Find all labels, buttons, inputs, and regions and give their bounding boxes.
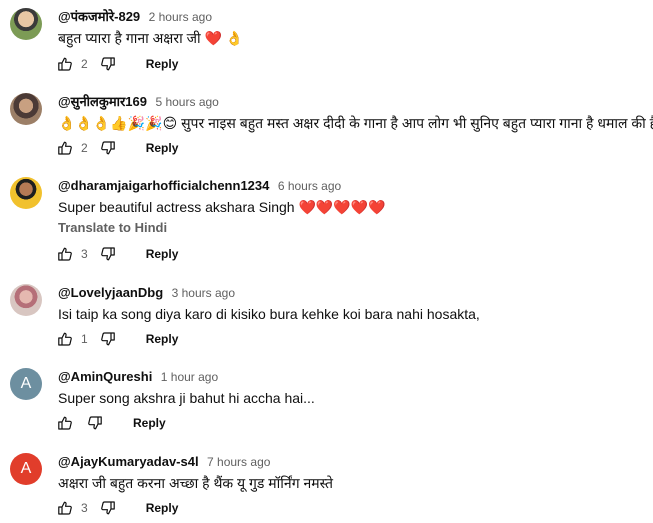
thumbs-down-icon[interactable] [100, 246, 116, 262]
comment-time[interactable]: 2 hours ago [149, 10, 212, 24]
comment-time[interactable]: 5 hours ago [155, 95, 218, 109]
thumbs-up-icon[interactable] [57, 56, 73, 72]
thumbs-up-icon[interactable] [57, 246, 73, 262]
reply-button[interactable]: Reply [146, 57, 179, 71]
comment-actions: Reply [57, 413, 166, 433]
comment-author[interactable]: @dharamjaigarhofficialchenn1234 [58, 178, 269, 193]
comment-header: @AjayKumaryadav-s4l 7 hours ago [58, 453, 270, 471]
comment-header: @सुनीलकुमार169 5 hours ago [58, 93, 219, 111]
comment-author[interactable]: @पंकजमोरे-829 [58, 9, 140, 24]
comment-header: @dharamjaigarhofficialchenn1234 6 hours … [58, 177, 341, 195]
reply-button[interactable]: Reply [146, 332, 179, 346]
comment-text: Isi taip ka song diya karo di kisiko bur… [58, 306, 480, 322]
comment-time[interactable]: 7 hours ago [207, 455, 270, 469]
comment-item: @पंकजमोरे-829 2 hours ago बहुत प्यारा है… [0, 8, 653, 78]
thumbs-up-icon[interactable] [57, 331, 73, 347]
avatar[interactable]: A [10, 368, 42, 400]
like-count: 3 [81, 247, 88, 261]
comment-author[interactable]: @सुनीलकुमार169 [58, 94, 147, 109]
comment-time[interactable]: 6 hours ago [278, 179, 341, 193]
translate-link[interactable]: Translate to Hindi [58, 218, 167, 238]
comment-actions: 3 Reply [57, 498, 178, 518]
thumbs-up-icon[interactable] [57, 415, 73, 431]
comment-item: @सुनीलकुमार169 5 hours ago 👌👌👌👍🎉🎉😊 सुपर … [0, 93, 653, 163]
comment-text: Super song akshra ji bahut hi accha hai.… [58, 390, 315, 406]
comment-author[interactable]: @AminQureshi [58, 369, 152, 384]
comment-time[interactable]: 3 hours ago [172, 286, 235, 300]
thumbs-down-icon[interactable] [100, 140, 116, 156]
comment-time[interactable]: 1 hour ago [161, 370, 218, 384]
comment-header: @AminQureshi 1 hour ago [58, 368, 218, 386]
avatar[interactable] [10, 177, 42, 209]
comment-item: @dharamjaigarhofficialchenn1234 6 hours … [0, 177, 653, 267]
thumbs-down-icon[interactable] [100, 331, 116, 347]
avatar[interactable] [10, 284, 42, 316]
like-count: 2 [81, 141, 88, 155]
comment-header: @LovelyjaanDbg 3 hours ago [58, 284, 235, 302]
reply-button[interactable]: Reply [146, 501, 179, 515]
avatar[interactable] [10, 8, 42, 40]
comment-text: 👌👌👌👍🎉🎉😊 सुपर नाइस बहुत मस्त अक्षर दीदी क… [58, 115, 653, 131]
comment-text: बहुत प्यारा है गाना अक्षरा जी ❤️ 👌 [58, 30, 244, 46]
reply-button[interactable]: Reply [133, 416, 166, 430]
comment-author[interactable]: @LovelyjaanDbg [58, 285, 163, 300]
reply-button[interactable]: Reply [146, 141, 179, 155]
thumbs-up-icon[interactable] [57, 140, 73, 156]
like-count: 1 [81, 332, 88, 346]
comment-text: अक्षरा जी बहुत करना अच्छा है थैंक यू गुड… [58, 475, 334, 491]
comment-item: A @AjayKumaryadav-s4l 7 hours ago अक्षरा… [0, 453, 653, 523]
thumbs-down-icon[interactable] [100, 500, 116, 516]
avatar[interactable] [10, 93, 42, 125]
comment-header: @पंकजमोरे-829 2 hours ago [58, 8, 212, 26]
comment-author[interactable]: @AjayKumaryadav-s4l [58, 454, 199, 469]
like-count: 3 [81, 501, 88, 515]
thumbs-down-icon[interactable] [87, 415, 103, 431]
comment-actions: 3 Reply [57, 244, 178, 264]
comment-item: @LovelyjaanDbg 3 hours ago Isi taip ka s… [0, 284, 653, 354]
comment-item: A @AminQureshi 1 hour ago Super song aks… [0, 368, 653, 438]
comment-actions: 2 Reply [57, 138, 178, 158]
avatar[interactable]: A [10, 453, 42, 485]
comment-text: Super beautiful actress akshara Singh ❤️… [58, 199, 386, 215]
thumbs-up-icon[interactable] [57, 500, 73, 516]
comment-actions: 2 Reply [57, 54, 178, 74]
reply-button[interactable]: Reply [146, 247, 179, 261]
comment-actions: 1 Reply [57, 329, 178, 349]
like-count: 2 [81, 57, 88, 71]
thumbs-down-icon[interactable] [100, 56, 116, 72]
